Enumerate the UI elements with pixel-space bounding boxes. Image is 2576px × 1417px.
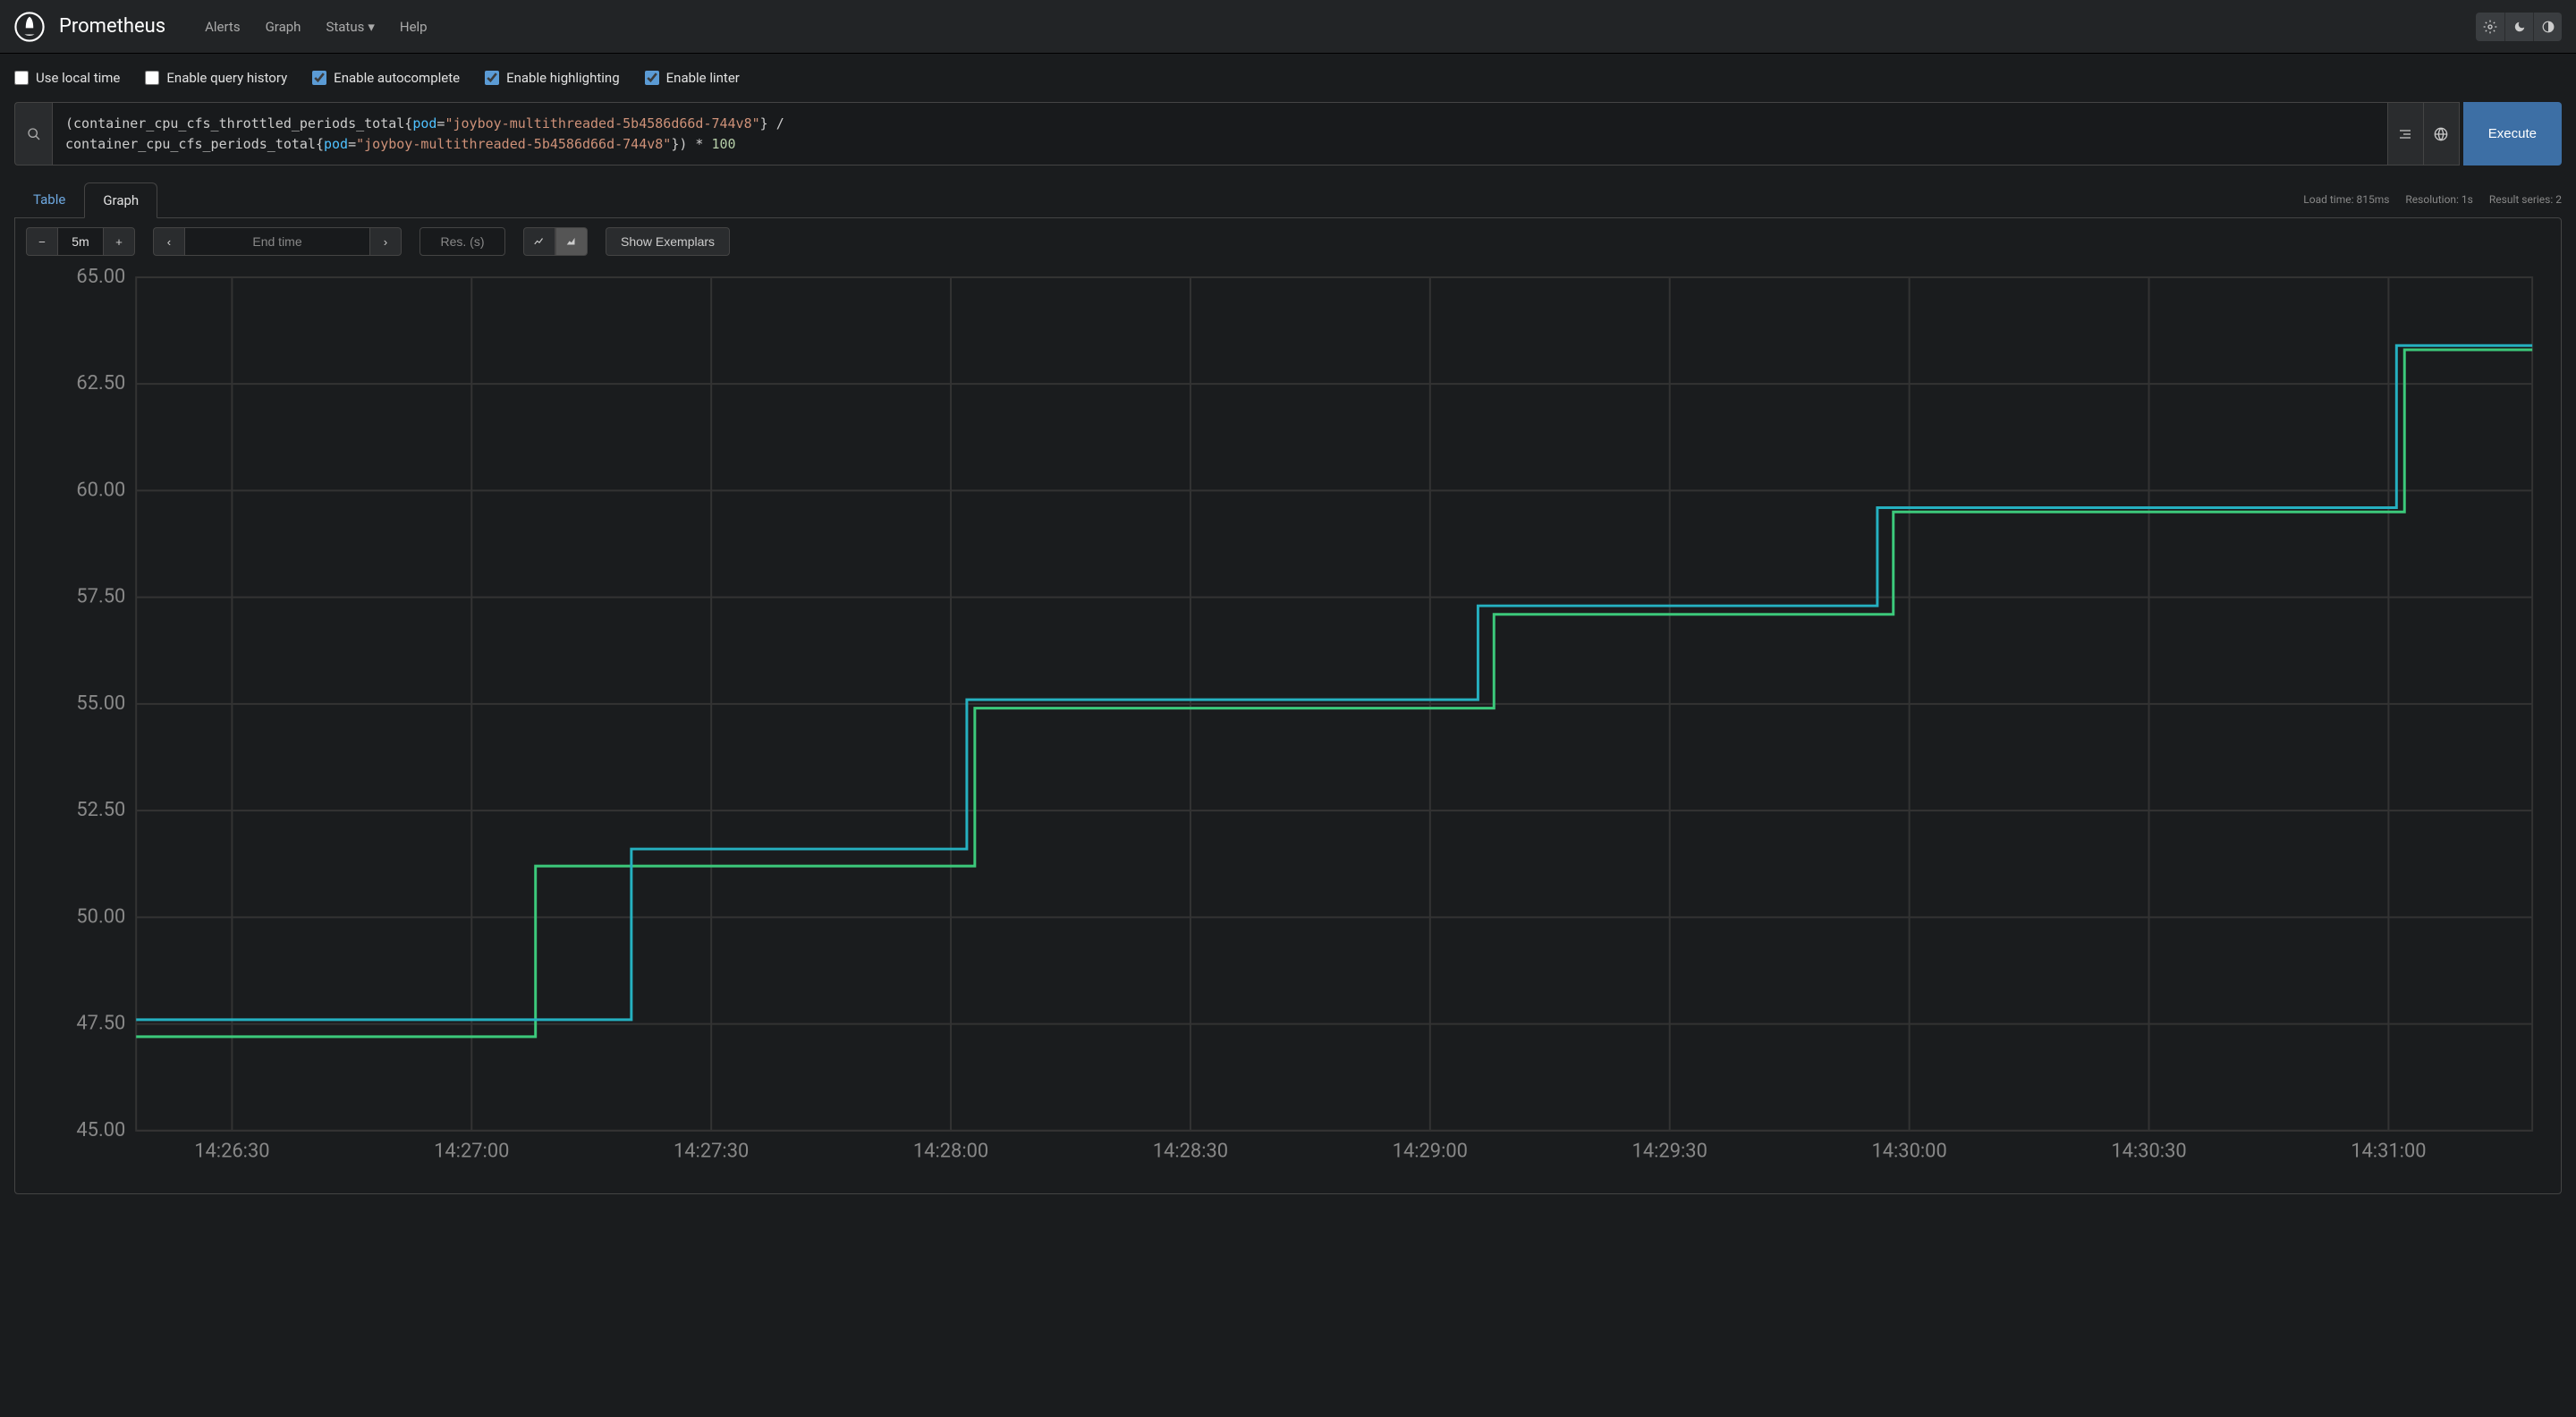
time-group: ‹ › [153,227,402,256]
end-time-input[interactable] [185,227,369,256]
svg-text:14:27:30: 14:27:30 [674,1141,749,1163]
query-row: (container_cpu_cfs_throttled_periods_tot… [0,102,2576,165]
navbar: Prometheus Alerts Graph Status ▾ Help [0,0,2576,54]
resolution-input[interactable] [419,227,505,256]
svg-text:55.00: 55.00 [76,692,125,715]
tab-graph[interactable]: Graph [84,182,157,218]
settings-button[interactable] [2476,13,2504,41]
time-forward-button[interactable]: › [369,227,402,256]
execute-button[interactable]: Execute [2463,102,2562,165]
option-query-history[interactable]: Enable query history [145,70,287,86]
svg-text:47.50: 47.50 [76,1013,125,1035]
chevron-down-icon: ▾ [368,19,375,35]
svg-text:14:29:30: 14:29:30 [1632,1141,1707,1163]
svg-text:14:30:00: 14:30:00 [1871,1141,1946,1163]
globe-icon [2434,127,2448,141]
option-local-time[interactable]: Use local time [14,70,120,86]
chart-type-group [523,227,588,256]
chart-stacked-button[interactable] [555,227,588,256]
format-query-button[interactable] [2388,102,2424,165]
svg-text:57.50: 57.50 [76,586,125,608]
option-highlighting[interactable]: Enable highlighting [485,70,620,86]
svg-text:14:27:00: 14:27:00 [434,1141,509,1163]
show-exemplars-button[interactable]: Show Exemplars [606,227,730,256]
svg-text:14:28:00: 14:28:00 [913,1141,988,1163]
brand-title: Prometheus [59,15,165,38]
graph-panel: − + ‹ › Show Exemplars 65.00 62.50 60.00 57… [14,217,2562,1194]
chart-line-button[interactable] [523,227,555,256]
line-chart-icon [533,235,546,248]
nav-graph[interactable]: Graph [255,12,312,42]
chart-svg: 65.00 62.50 60.00 57.50 55.00 52.50 50.00 47.50… [26,268,2550,1175]
range-group: − + [26,227,135,256]
nav-status[interactable]: Status ▾ [315,12,385,42]
nav-help[interactable]: Help [389,12,438,42]
svg-text:14:28:30: 14:28:30 [1153,1141,1228,1163]
svg-text:14:29:00: 14:29:00 [1393,1141,1468,1163]
meta-resolution: Resolution: 1s [2405,193,2472,206]
svg-text:50.00: 50.00 [76,905,125,928]
svg-text:52.50: 52.50 [76,799,125,821]
range-input[interactable] [58,227,103,256]
range-increase-button[interactable]: + [103,227,135,256]
contrast-icon [2542,21,2555,33]
range-decrease-button[interactable]: − [26,227,58,256]
checkbox-linter[interactable] [645,71,659,85]
query-globe-button[interactable] [2424,102,2460,165]
svg-text:60.00: 60.00 [76,479,125,501]
theme-contrast-button[interactable] [2533,13,2562,41]
checkbox-query-history[interactable] [145,71,159,85]
theme-dark-button[interactable] [2504,13,2533,41]
chevron-right-icon: › [384,235,387,249]
checkbox-highlighting[interactable] [485,71,499,85]
query-input[interactable]: (container_cpu_cfs_throttled_periods_tot… [52,102,2388,165]
prometheus-logo-icon [14,12,45,42]
svg-text:14:31:00: 14:31:00 [2351,1141,2426,1163]
meta-row: Table Graph Load time: 815ms Resolution:… [0,165,2576,217]
checkbox-autocomplete[interactable] [312,71,326,85]
option-autocomplete[interactable]: Enable autocomplete [312,70,460,86]
indent-icon [2398,127,2412,141]
search-icon [27,127,41,141]
tab-table[interactable]: Table [14,182,84,217]
svg-text:62.50: 62.50 [76,372,125,395]
chart: 65.00 62.50 60.00 57.50 55.00 52.50 50.00 47.50… [26,268,2550,1175]
nav-alerts[interactable]: Alerts [194,12,251,42]
meta-result-series: Result series: 2 [2489,193,2562,206]
area-chart-icon [565,235,578,248]
svg-text:14:26:30: 14:26:30 [194,1141,269,1163]
gear-icon [2483,20,2497,34]
options-row: Use local time Enable query history Enab… [0,54,2576,102]
checkbox-local-time[interactable] [14,71,29,85]
time-back-button[interactable]: ‹ [153,227,185,256]
meta-load-time: Load time: 815ms [2303,193,2389,206]
svg-text:65.00: 65.00 [76,268,125,288]
svg-text:14:30:30: 14:30:30 [2111,1141,2186,1163]
option-linter[interactable]: Enable linter [645,70,740,86]
svg-text:45.00: 45.00 [76,1119,125,1141]
chevron-left-icon: ‹ [167,235,171,249]
moon-icon [2513,21,2526,33]
metrics-explorer-button[interactable] [14,102,52,165]
